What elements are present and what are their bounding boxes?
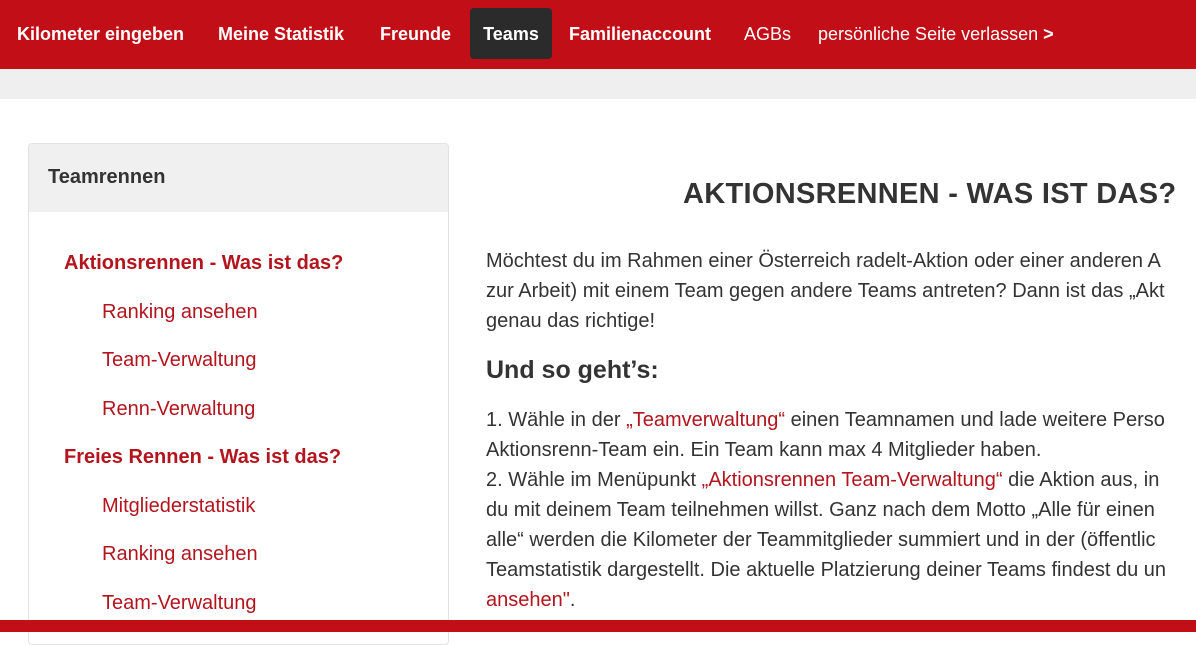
sub-navigation-bar: [0, 69, 1196, 99]
aktionsrennen-team-verwaltung-link[interactable]: „Aktionsrennen Team-Verwaltung“: [702, 469, 1003, 491]
step-text: 2. Wähle im Menüpunkt: [486, 469, 702, 491]
step-line: Aktionsrenn-Team ein. Ein Team kann max …: [486, 439, 1042, 461]
step-line: 1. Wähle in der „Teamverwaltung“ einen T…: [486, 405, 1196, 435]
nav-meine-statistik[interactable]: Meine Statistik: [218, 8, 344, 59]
sidebar-header: Teamrennen: [29, 144, 448, 212]
step-line: alle“ werden die Kilometer der Teammitgl…: [486, 529, 1156, 551]
step-text: .: [569, 589, 576, 611]
step-text: die Aktion aus, in: [1002, 469, 1160, 491]
nav-familienaccount[interactable]: Familienaccount: [569, 8, 711, 59]
page-title: AKTIONSRENNEN - WAS IST DAS?: [683, 178, 1177, 210]
step-line: Teamstatistik dargestellt. Die aktuelle …: [486, 559, 1166, 581]
chevron-right-icon: >: [1043, 24, 1054, 44]
sidebar-item-mitgliederstatistik[interactable]: Mitgliederstatistik: [102, 495, 255, 518]
sidebar-item-aktionsrennen[interactable]: Aktionsrennen - Was ist das?: [64, 252, 343, 275]
step-text: 1. Wähle in der: [486, 409, 627, 431]
nav-teams-active[interactable]: Teams: [470, 8, 552, 59]
sidebar-item-ranking-ansehen[interactable]: Ranking ansehen: [102, 301, 258, 324]
sidebar-item-renn-verwaltung[interactable]: Renn-Verwaltung: [102, 398, 255, 421]
nav-agbs[interactable]: AGBs: [744, 8, 791, 59]
nav-freunde[interactable]: Freunde: [380, 8, 451, 59]
intro-line: zur Arbeit) mit einem Team gegen andere …: [486, 280, 1165, 302]
intro-line: genau das richtige!: [486, 310, 656, 332]
sidebar-item-team-verwaltung-2[interactable]: Team-Verwaltung: [102, 592, 257, 615]
nav-kilometer-eingeben[interactable]: Kilometer eingeben: [17, 8, 184, 59]
steps-paragraph: 1. Wähle in der „Teamverwaltung“ einen T…: [486, 405, 1196, 615]
intro-line: Möchtest du im Rahmen einer Österreich r…: [486, 250, 1161, 272]
step-line: du mit deinem Team teilnehmen willst. Ga…: [486, 499, 1155, 521]
nav-leave-label: persönliche Seite verlassen: [818, 24, 1039, 44]
nav-persoenliche-seite-verlassen[interactable]: persönliche Seite verlassen >: [818, 8, 1054, 59]
teamverwaltung-link[interactable]: „Teamverwaltung“: [626, 409, 785, 431]
sidebar-title: Teamrennen: [48, 166, 166, 188]
intro-paragraph: Möchtest du im Rahmen einer Österreich r…: [486, 246, 1196, 336]
ranking-ansehen-link[interactable]: ansehen": [486, 589, 570, 611]
section-heading: Und so geht’s:: [486, 356, 659, 384]
sidebar-item-ranking-ansehen-2[interactable]: Ranking ansehen: [102, 543, 258, 566]
step-line: 2. Wähle im Menüpunkt „Aktionsrennen Tea…: [486, 465, 1196, 495]
step-text: einen Teamnamen und lade weitere Perso: [785, 409, 1165, 431]
bottom-red-bar: [0, 620, 1196, 632]
sidebar-panel: Teamrennen Aktionsrennen - Was ist das? …: [28, 143, 449, 645]
top-navigation-bar: Kilometer eingeben Meine Statistik Freun…: [0, 0, 1196, 69]
step-line: ansehen".: [486, 585, 1196, 615]
sidebar-item-team-verwaltung[interactable]: Team-Verwaltung: [102, 349, 257, 372]
sidebar-item-freies-rennen[interactable]: Freies Rennen - Was ist das?: [64, 446, 341, 469]
